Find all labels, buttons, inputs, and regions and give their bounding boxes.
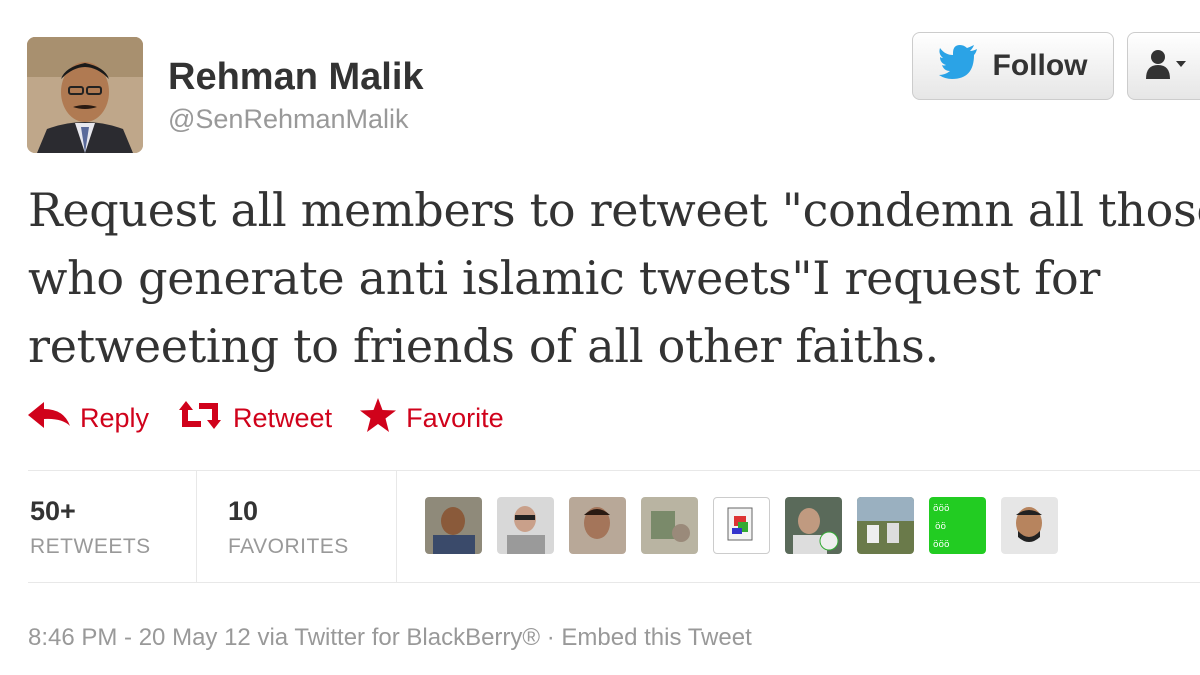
- tweet-timestamp[interactable]: 8:46 PM - 20 May 12 via Twitter for Blac…: [28, 624, 540, 651]
- favorites-count: 10: [228, 496, 259, 526]
- avatar-portrait: [27, 37, 143, 153]
- svg-text:ööö: ööö: [933, 504, 950, 514]
- reply-action[interactable]: Reply: [28, 402, 149, 435]
- favoriter-avatar[interactable]: [1001, 497, 1058, 554]
- tweet-footer: 8:46 PM - 20 May 12 via Twitter for Blac…: [28, 624, 752, 652]
- favoriter-avatar[interactable]: [713, 497, 770, 554]
- stats-separator: [196, 471, 197, 582]
- retweet-action[interactable]: Retweet: [177, 401, 332, 436]
- display-name[interactable]: Rehman Malik: [168, 56, 424, 99]
- favoriter-avatar[interactable]: [857, 497, 914, 554]
- reply-icon: [28, 402, 70, 435]
- user-actions-button[interactable]: [1127, 32, 1200, 100]
- favorite-action[interactable]: Favorite: [360, 398, 504, 439]
- favoriter-avatar[interactable]: [425, 497, 482, 554]
- favorites-stat[interactable]: 10 FAVORITES: [228, 496, 349, 559]
- tweet-text-line-3: retweeting to friends of all other faith…: [28, 319, 939, 373]
- follow-button[interactable]: Follow: [912, 32, 1114, 100]
- retweet-icon: [177, 401, 223, 436]
- tweet-text-line-1: Request all members to retweet "condemn …: [28, 183, 1200, 237]
- favoriter-avatar[interactable]: [641, 497, 698, 554]
- tweet-text: Request all members to retweet "condemn …: [28, 176, 1200, 380]
- stats-divider-top: [28, 470, 1200, 471]
- retweets-stat[interactable]: 50+ RETWEETS: [30, 496, 151, 559]
- favorite-label: Favorite: [406, 403, 504, 433]
- favoriter-avatar[interactable]: ööö öö ööö: [929, 497, 986, 554]
- screen-name[interactable]: @SenRehmanMalik: [168, 104, 409, 135]
- retweets-count: 50+: [30, 496, 76, 526]
- favoriter-avatars: ööö öö ööö: [425, 497, 1058, 554]
- favoriter-avatar[interactable]: [785, 497, 842, 554]
- favorite-star-icon: [360, 398, 397, 439]
- favoriter-avatar[interactable]: [569, 497, 626, 554]
- retweet-label: Retweet: [233, 403, 333, 433]
- tweet-actions: Reply Retweet Favorite: [28, 398, 532, 439]
- retweets-label: RETWEETS: [30, 535, 151, 558]
- favoriter-avatar[interactable]: [497, 497, 554, 554]
- tweet-text-line-2: who generate anti islamic tweets"I reque…: [28, 251, 1101, 305]
- footer-separator: ·: [540, 624, 562, 651]
- twitter-bird-icon: [938, 45, 979, 87]
- follow-label: Follow: [992, 49, 1088, 82]
- reply-label: Reply: [80, 403, 150, 433]
- favorites-label: FAVORITES: [228, 535, 349, 558]
- stats-divider-bottom: [28, 582, 1200, 583]
- svg-text:öö: öö: [935, 522, 947, 532]
- svg-text:ööö: ööö: [933, 540, 950, 550]
- user-dropdown-icon: [1146, 49, 1194, 84]
- avatar[interactable]: [27, 37, 143, 153]
- stats-separator: [396, 471, 397, 582]
- embed-tweet-link[interactable]: Embed this Tweet: [561, 624, 751, 651]
